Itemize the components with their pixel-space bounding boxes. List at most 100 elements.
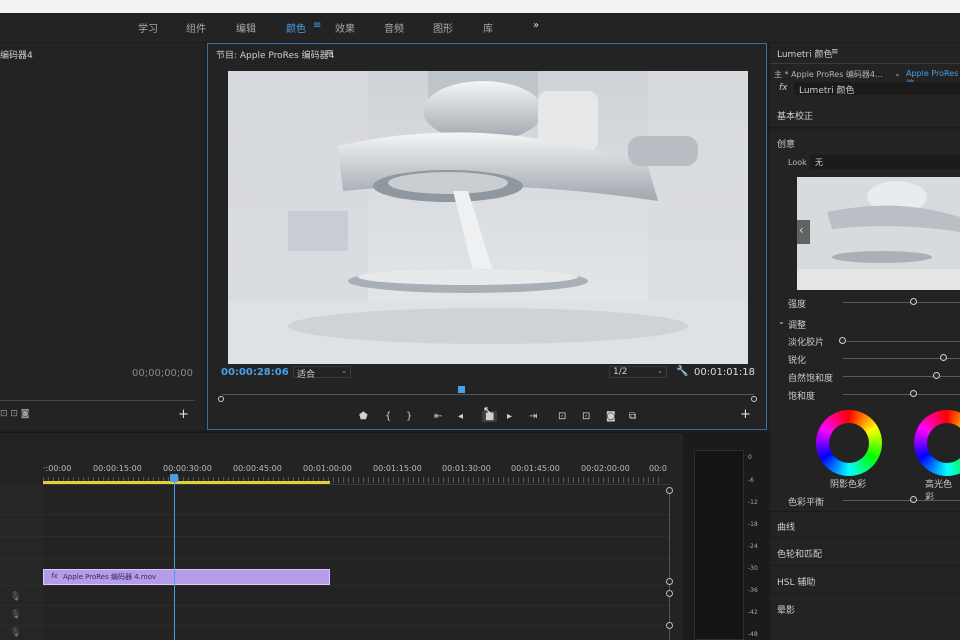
shadow-tint-label: 阴影色彩 <box>830 480 867 490</box>
mic-icon[interactable]: 🎙 <box>10 592 21 602</box>
time-ruler-tick: 00:01:30:00 <box>442 464 491 473</box>
step-forward-button[interactable]: ▸ <box>507 411 512 422</box>
lumetri-menu-icon[interactable]: ≡ <box>831 47 839 57</box>
color-balance-label: 色彩平衡 <box>788 498 825 508</box>
scrub-start-handle[interactable] <box>218 396 224 402</box>
program-scrub-bar[interactable] <box>222 394 754 395</box>
chevron-down-icon[interactable]: ⌄ <box>778 317 785 326</box>
scroll-handle-bottom[interactable] <box>666 622 673 629</box>
section-hsl[interactable]: HSL 辅助 <box>770 567 960 594</box>
mark-in-button[interactable]: { <box>385 411 391 422</box>
go-to-out-button[interactable]: ⇥ <box>529 411 537 422</box>
mark-out-button[interactable]: } <box>406 411 412 422</box>
intensity-slider-knob[interactable] <box>910 298 917 305</box>
scrub-end-handle[interactable] <box>751 396 757 402</box>
scroll-handle-top[interactable] <box>666 487 673 494</box>
time-ruler-tick: 00:01:00:00 <box>303 464 352 473</box>
section-label: HSL 辅助 <box>777 578 816 588</box>
clip-name: Apple ProRes 编码器 4.mov <box>63 573 157 581</box>
faded-film-slider-knob[interactable] <box>839 337 846 344</box>
vibrance-slider[interactable] <box>843 376 960 377</box>
vibrance-label: 自然饱和度 <box>788 374 834 384</box>
source-monitor-panel: 编码器4 00;00;00;00 ⊡ ⊡ ◙ + <box>0 43 205 430</box>
ws-tab-editing[interactable]: 编辑 <box>236 20 256 35</box>
go-to-in-button[interactable]: ⇤ <box>434 411 442 422</box>
look-dropdown[interactable]: 无 <box>810 155 960 169</box>
resolution-dropdown[interactable]: 1/2 ⌄ <box>609 366 667 378</box>
section-curves[interactable]: 曲线 <box>770 511 960 538</box>
mic-icon[interactable]: 🎙 <box>10 610 21 620</box>
fit-dropdown[interactable]: 适合 ⌄ <box>293 366 351 380</box>
ws-tab-effects[interactable]: 效果 <box>335 20 355 35</box>
source-scrub-line <box>0 400 195 401</box>
adjust-section-label[interactable]: 调整 <box>788 318 806 331</box>
ws-tab-libraries[interactable]: 库 <box>483 20 493 35</box>
time-ruler-tick: 00:0 <box>649 464 667 473</box>
ws-tab-color[interactable]: 颜色 <box>286 20 306 35</box>
program-menu-icon[interactable]: ≡ <box>326 48 334 58</box>
db-label: -24 <box>748 543 758 550</box>
wheel-center <box>829 423 869 463</box>
time-ruler-tick: 00:00:30:00 <box>163 464 212 473</box>
ws-menu-icon[interactable]: ≡ <box>313 20 321 31</box>
chevron-down-icon[interactable]: ⌄ <box>894 69 901 78</box>
effect-selector[interactable]: Lumetri 颜色 <box>794 82 960 96</box>
section-color-wheels[interactable]: 色轮和匹配 <box>770 539 960 566</box>
saturation-slider-knob[interactable] <box>910 390 917 397</box>
ws-tab-graphics[interactable]: 图形 <box>433 20 453 35</box>
section-label: 基本校正 <box>777 112 814 122</box>
scroll-handle[interactable] <box>666 590 673 597</box>
video-clip[interactable]: fx Apple ProRes 编码器 4.mov <box>43 569 330 585</box>
time-ruler-tick: 00:02:00:00 <box>581 464 630 473</box>
ws-tab-audio[interactable]: 音频 <box>384 20 404 35</box>
ws-overflow-button[interactable]: » <box>533 20 539 31</box>
saturation-slider[interactable] <box>843 394 960 395</box>
intensity-slider[interactable] <box>843 302 960 303</box>
highlight-tint-wheel[interactable] <box>914 410 960 476</box>
wheel-center <box>927 423 960 463</box>
color-balance-slider[interactable] <box>843 500 960 501</box>
timeline-playhead-line <box>174 482 175 640</box>
fit-value: 适合 <box>297 370 316 380</box>
section-basic-correction[interactable]: 基本校正 <box>770 101 960 128</box>
faded-film-slider[interactable] <box>847 341 960 342</box>
section-label: 晕影 <box>777 606 796 616</box>
extract-button[interactable]: ⊡ <box>582 411 590 422</box>
marker-button[interactable]: ⬟ <box>359 411 368 422</box>
scroll-handle[interactable] <box>666 578 673 585</box>
section-creative[interactable]: 创意 <box>777 137 795 150</box>
color-balance-slider-knob[interactable] <box>910 496 917 503</box>
ws-tab-assembly[interactable]: 组件 <box>186 20 206 35</box>
db-label: 0 <box>748 454 752 461</box>
timeline-playhead-handle[interactable] <box>170 474 178 482</box>
timeline-vscroll[interactable] <box>669 490 670 640</box>
program-playhead[interactable] <box>458 386 465 393</box>
current-time[interactable]: 00:00:28:06 <box>221 367 289 378</box>
saturation-label: 饱和度 <box>788 392 816 402</box>
section-vignette[interactable]: 晕影 <box>770 595 960 622</box>
compare-view-button[interactable]: ⧉ <box>629 411 636 422</box>
clip-master-label[interactable]: 主 * Apple ProRes 编码器4... <box>774 69 883 80</box>
look-prev-button[interactable]: ‹ <box>797 220 810 244</box>
time-ruler-tick: ·:00:00 <box>43 464 72 473</box>
vibrance-slider-knob[interactable] <box>933 372 940 379</box>
source-add-button[interactable]: + <box>178 407 189 422</box>
ws-tab-learn[interactable]: 学习 <box>138 20 158 35</box>
sharpen-slider-knob[interactable] <box>940 354 947 361</box>
source-export-icons[interactable]: ⊡ ⊡ ◙ <box>0 409 30 419</box>
workspace-bar: 学习 组件 编辑 颜色 ≡ 效果 音频 图形 库 » <box>0 13 960 42</box>
wrench-icon[interactable]: 🔧 <box>676 366 688 377</box>
duration-time: 00:01:01:18 <box>694 367 756 378</box>
step-back-button[interactable]: ◂ <box>458 411 463 422</box>
audio-track-2 <box>0 605 670 627</box>
program-add-button[interactable]: + <box>740 407 751 422</box>
mic-icon[interactable]: 🎙 <box>10 628 21 638</box>
shadow-tint-wheel[interactable] <box>816 410 882 476</box>
time-ruler-tick: 00:00:15:00 <box>93 464 142 473</box>
export-frame-button[interactable]: ◙ <box>606 411 616 422</box>
video-track-2 <box>0 536 670 558</box>
source-timecode: 00;00;00;00 <box>132 368 194 379</box>
lift-button[interactable]: ⊡ <box>558 411 566 422</box>
source-title: 编码器4 <box>0 51 33 61</box>
audio-track-3 <box>0 625 670 640</box>
